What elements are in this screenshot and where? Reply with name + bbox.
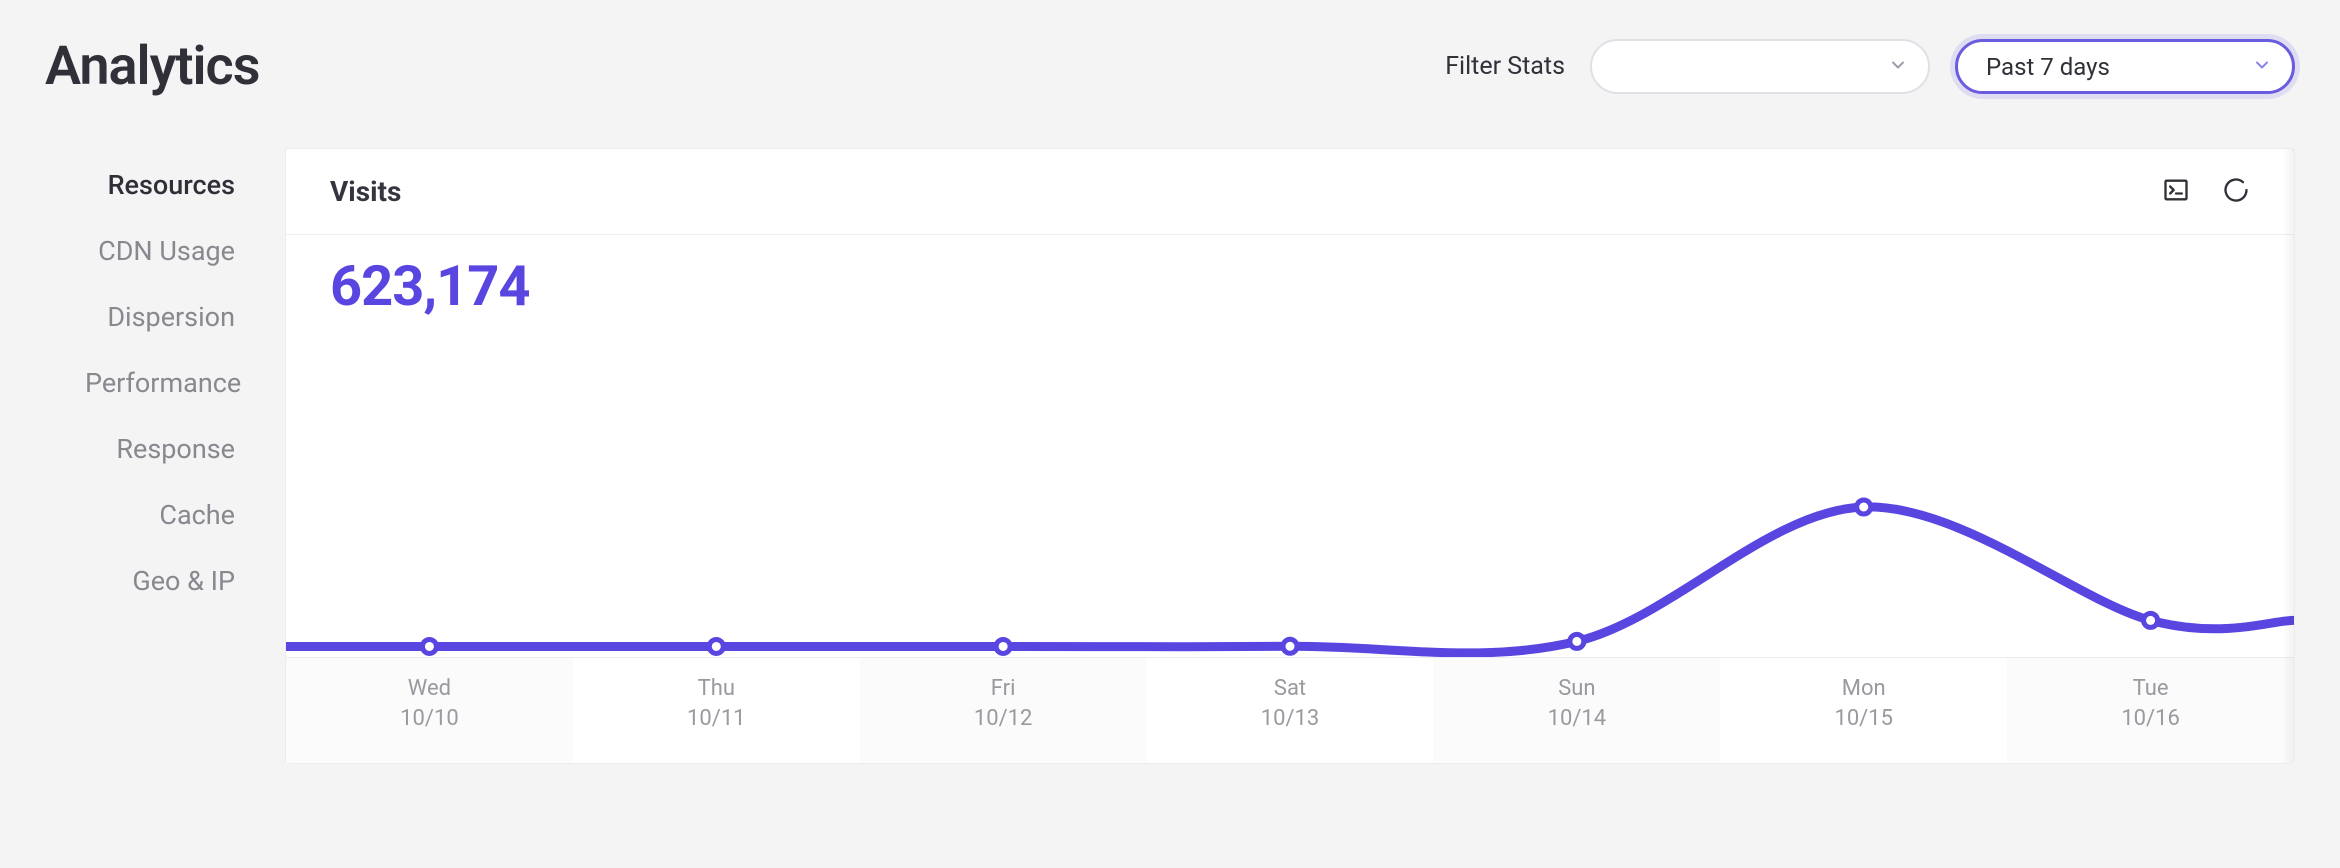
content: ResourcesCDN UsageDispersionPerformanceR… bbox=[45, 148, 2295, 764]
filter-stats-select[interactable] bbox=[1590, 39, 1930, 94]
sidebar-item-resources[interactable]: Resources bbox=[85, 152, 235, 218]
sidebar-item-performance[interactable]: Performance bbox=[85, 350, 235, 416]
x-tick: Sat10/13 bbox=[1147, 658, 1434, 763]
date-range-select[interactable]: Past 7 days bbox=[1955, 39, 2295, 94]
chart-point[interactable] bbox=[1570, 634, 1584, 648]
visits-card: Visits bbox=[285, 148, 2295, 764]
x-tick: Wed10/10 bbox=[286, 658, 573, 763]
card-header: Visits bbox=[286, 149, 2294, 235]
chart-point[interactable] bbox=[1857, 500, 1871, 514]
chart-point[interactable] bbox=[709, 639, 723, 653]
chart-point[interactable] bbox=[422, 639, 436, 653]
x-tick: Sun10/14 bbox=[1433, 658, 1720, 763]
chevron-down-icon bbox=[1888, 53, 1908, 81]
sidebar: ResourcesCDN UsageDispersionPerformanceR… bbox=[45, 148, 235, 764]
terminal-icon[interactable] bbox=[2162, 176, 2190, 208]
chart-x-axis: Wed10/10Thu10/11Fri10/12Sat10/13Sun10/14… bbox=[286, 657, 2294, 763]
chart-point[interactable] bbox=[2144, 613, 2158, 627]
page-title: Analytics bbox=[45, 35, 260, 98]
filter-bar: Filter Stats Past 7 days bbox=[1445, 39, 2295, 94]
card-title: Visits bbox=[330, 175, 401, 208]
card-actions bbox=[2162, 176, 2250, 208]
x-tick: Fri10/12 bbox=[860, 658, 1147, 763]
date-range-value: Past 7 days bbox=[1986, 53, 2110, 81]
chevron-down-icon bbox=[2252, 53, 2272, 81]
chart-line bbox=[286, 507, 2294, 653]
x-tick: Thu10/11 bbox=[573, 658, 860, 763]
sidebar-item-cache[interactable]: Cache bbox=[85, 482, 235, 548]
filter-stats-label: Filter Stats bbox=[1445, 52, 1565, 81]
x-tick: Tue10/16 bbox=[2007, 658, 2294, 763]
sidebar-item-response[interactable]: Response bbox=[85, 416, 235, 482]
chart-point[interactable] bbox=[1283, 639, 1297, 653]
sidebar-item-dispersion[interactable]: Dispersion bbox=[85, 284, 235, 350]
metric-value: 623,174 bbox=[286, 235, 2294, 319]
x-tick: Mon10/15 bbox=[1720, 658, 2007, 763]
header: Analytics Filter Stats Past 7 days bbox=[45, 35, 2295, 98]
sidebar-item-geo-ip[interactable]: Geo & IP bbox=[85, 548, 235, 614]
visits-chart bbox=[286, 327, 2294, 657]
chart-point[interactable] bbox=[996, 639, 1010, 653]
refresh-icon[interactable] bbox=[2222, 176, 2250, 208]
sidebar-item-cdn-usage[interactable]: CDN Usage bbox=[85, 218, 235, 284]
